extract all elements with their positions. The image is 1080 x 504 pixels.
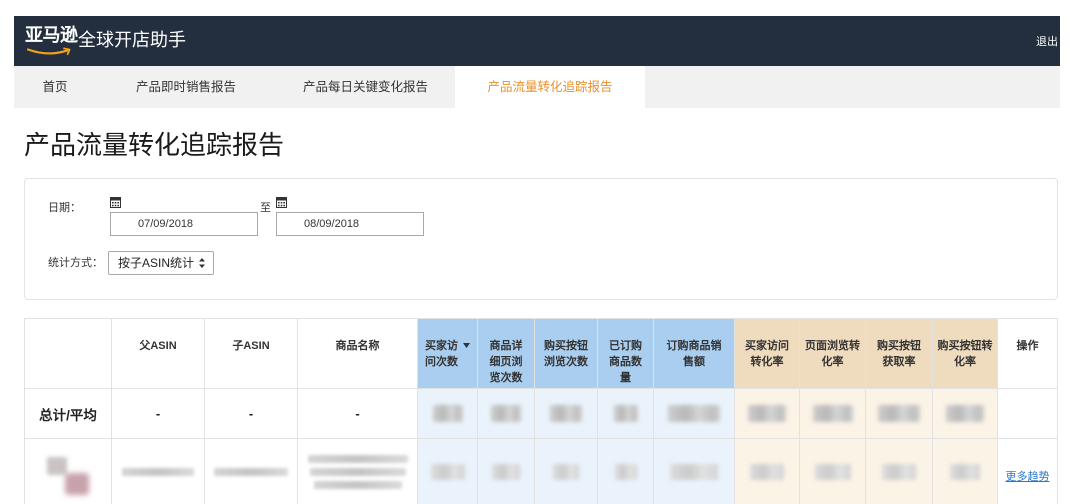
date-label: 日期：	[48, 202, 81, 214]
redacted-text	[214, 467, 288, 476]
row-child-asin	[205, 439, 298, 504]
column-header-visit-conversion-rate[interactable]: 买家访问转化率	[735, 319, 800, 389]
redacted-value	[492, 463, 520, 480]
column-header-child-asin[interactable]: 子ASIN	[205, 319, 298, 389]
redacted-value	[613, 405, 638, 422]
row-product-name	[298, 439, 418, 504]
redacted-value	[946, 405, 984, 422]
row-ordered-sales	[654, 439, 735, 504]
redacted-line	[307, 454, 408, 463]
column-header-ordered-sales[interactable]: 订购商品销售额	[654, 319, 735, 389]
column-header-label: 买家访问次数	[425, 340, 458, 368]
date-range-separator: 至	[260, 202, 271, 214]
redacted-value	[553, 463, 579, 480]
total-buy-button-win-rate	[866, 389, 933, 439]
filter-panel: 日期： 至 统计方式： 按子ASIN统计	[24, 178, 1058, 300]
redacted-line	[313, 480, 402, 489]
app-title: 全球开店助手	[78, 30, 186, 50]
total-buy-button-conversion-rate	[933, 389, 998, 439]
select-arrows-icon	[199, 258, 205, 268]
column-header-page-view-conversion-rate[interactable]: 页面浏览转化率	[800, 319, 866, 389]
redacted-value	[670, 463, 718, 480]
start-date-input[interactable]	[110, 212, 258, 236]
row-buyer-visits	[418, 439, 478, 504]
redacted-text	[122, 467, 194, 476]
redacted-value	[882, 463, 916, 480]
row-buy-button-views	[535, 439, 598, 504]
tab-traffic-conversion-report[interactable]: 产品流量转化追踪报告	[455, 66, 645, 108]
tab-realtime-sales-report[interactable]: 产品即时销售报告	[96, 66, 276, 108]
row-units-ordered	[598, 439, 654, 504]
logout-link[interactable]: 退出	[1036, 35, 1058, 49]
column-header-parent-asin[interactable]: 父ASIN	[112, 319, 205, 389]
amazon-logo: 亚马逊	[25, 24, 78, 58]
row-buy-button-win-rate	[866, 439, 933, 504]
row-parent-asin	[112, 439, 205, 504]
row-visit-conversion-rate	[735, 439, 800, 504]
redacted-value	[812, 405, 853, 422]
column-header-actions: 操作	[998, 319, 1058, 389]
total-page-view-conversion-rate	[800, 389, 866, 439]
redacted-text	[307, 454, 408, 489]
total-row-label: 总计/平均	[25, 389, 112, 439]
calendar-icon[interactable]	[276, 197, 287, 208]
row-buy-button-conversion-rate	[933, 439, 998, 504]
redacted-value	[750, 463, 784, 480]
product-thumbnail-cell	[25, 439, 112, 504]
redacted-value	[878, 405, 920, 422]
row-actions: 更多趋势	[998, 439, 1058, 504]
total-buyer-visits	[418, 389, 478, 439]
calendar-icon[interactable]	[110, 197, 121, 208]
stat-method-value: 按子ASIN统计	[118, 256, 195, 270]
column-header-buy-button-views[interactable]: 购买按钮浏览次数	[535, 319, 598, 389]
redacted-line	[122, 467, 194, 476]
product-thumbnail	[47, 457, 93, 497]
column-header-buy-button-conversion-rate[interactable]: 购买按钮转化率	[933, 319, 998, 389]
report-table: 父ASIN 子ASIN 商品名称 买家访问次数 商品详细页浏览次数 购买按钮浏览…	[24, 318, 1058, 504]
total-units-ordered	[598, 389, 654, 439]
redacted-value	[432, 405, 463, 422]
redacted-value	[491, 405, 521, 422]
redacted-value	[550, 405, 582, 422]
column-header-product-name[interactable]: 商品名称	[298, 319, 418, 389]
redacted-value	[614, 463, 637, 480]
redacted-line	[214, 467, 288, 476]
redacted-value	[430, 463, 465, 480]
logo-text: 亚马逊	[25, 25, 78, 46]
tab-home[interactable]: 首页	[14, 66, 96, 108]
row-page-view-conversion-rate	[800, 439, 866, 504]
amazon-smile-icon	[27, 47, 73, 56]
stat-method-label: 统计方式：	[48, 257, 103, 269]
total-parent-asin: -	[112, 389, 205, 439]
redacted-image	[47, 457, 67, 475]
tab-daily-key-changes-report[interactable]: 产品每日关键变化报告	[276, 66, 455, 108]
nav-tabs: 首页 产品即时销售报告 产品每日关键变化报告 产品流量转化追踪报告	[14, 66, 1060, 108]
sort-desc-icon	[463, 343, 470, 348]
column-header-thumbnail	[25, 319, 112, 389]
column-header-units-ordered[interactable]: 已订购商品数量	[598, 319, 654, 389]
total-actions	[998, 389, 1058, 439]
redacted-line	[309, 467, 406, 476]
row-detail-page-views	[478, 439, 535, 504]
report-grid: 父ASIN 子ASIN 商品名称 买家访问次数 商品详细页浏览次数 购买按钮浏览…	[24, 318, 1058, 504]
total-ordered-sales	[654, 389, 735, 439]
redacted-image	[65, 473, 89, 495]
column-header-buy-button-win-rate[interactable]: 购买按钮获取率	[866, 319, 933, 389]
redacted-value	[668, 405, 720, 422]
top-bar: 亚马逊 全球开店助手 退出	[14, 16, 1060, 66]
redacted-value	[950, 463, 980, 480]
total-visit-conversion-rate	[735, 389, 800, 439]
total-detail-page-views	[478, 389, 535, 439]
total-product-name: -	[298, 389, 418, 439]
column-header-detail-page-views[interactable]: 商品详细页浏览次数	[478, 319, 535, 389]
more-trends-link[interactable]: 更多趋势	[1006, 460, 1050, 484]
redacted-value	[814, 463, 851, 480]
total-child-asin: -	[205, 389, 298, 439]
redacted-value	[748, 405, 786, 422]
end-date-input[interactable]	[276, 212, 424, 236]
stat-method-select[interactable]: 按子ASIN统计	[108, 251, 214, 275]
column-header-buyer-visits[interactable]: 买家访问次数	[418, 319, 478, 389]
page-title: 产品流量转化追踪报告	[24, 130, 285, 160]
total-buy-button-views	[535, 389, 598, 439]
